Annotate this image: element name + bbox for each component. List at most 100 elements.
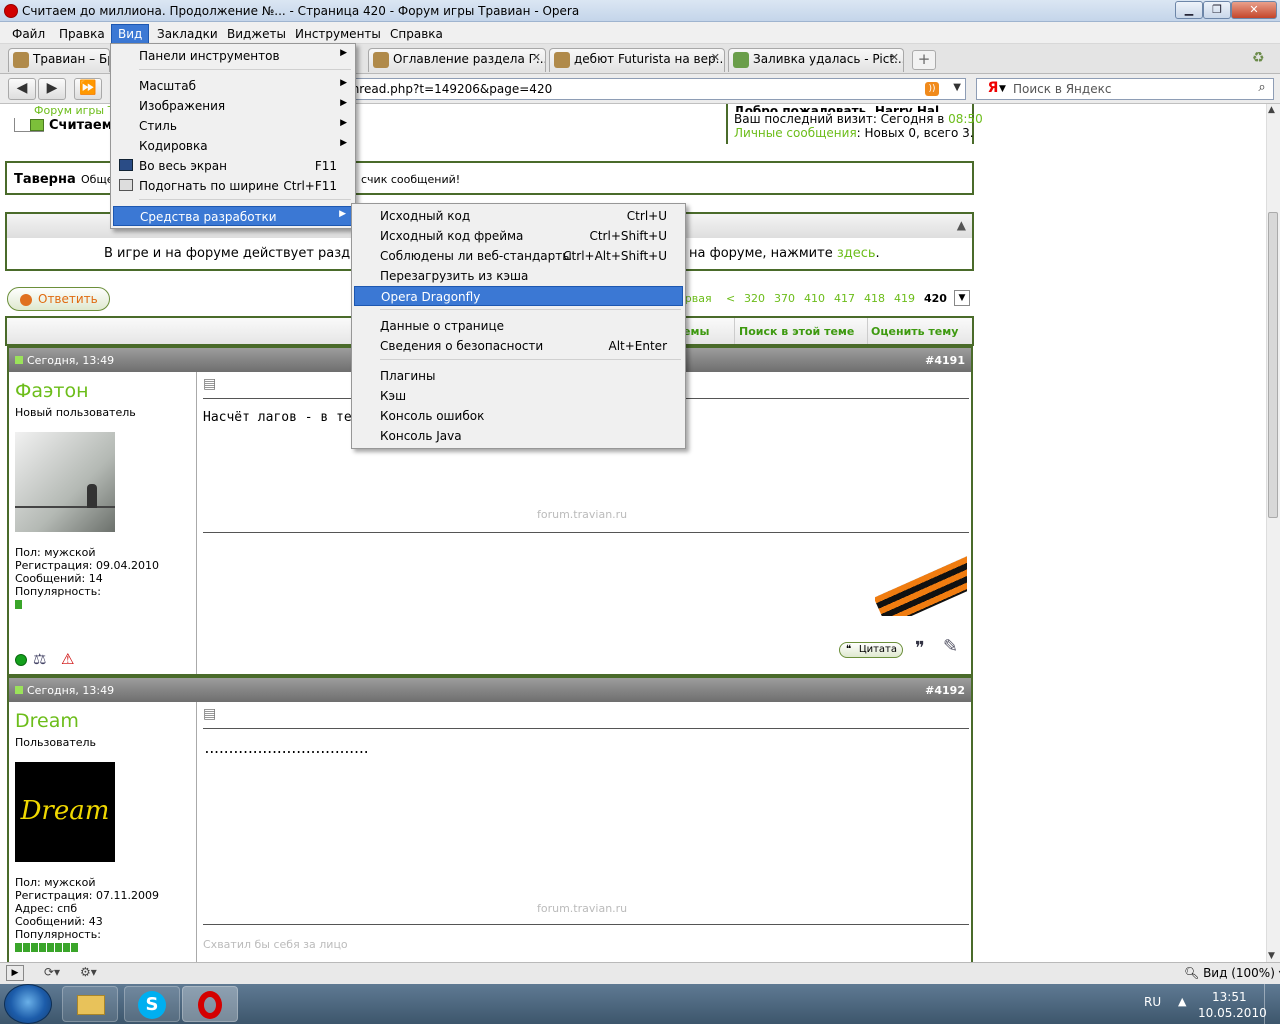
- forward-button[interactable]: ▶: [38, 78, 66, 100]
- post-icon: ▤: [203, 376, 217, 392]
- rss-icon[interactable]: )): [925, 82, 939, 96]
- language-indicator[interactable]: RU: [1144, 995, 1161, 1009]
- tab-picture[interactable]: Заливка удалась - Pict... ✕: [728, 48, 904, 72]
- divider: [203, 924, 969, 925]
- menu-item-frame-source[interactable]: Исходный код фрейма Ctrl+Shift+U: [354, 226, 683, 246]
- clock-date[interactable]: 10.05.2010: [1198, 1006, 1267, 1020]
- scroll-down-icon[interactable]: ▼: [1268, 951, 1275, 961]
- back-button[interactable]: ◀: [8, 78, 36, 100]
- maximize-button[interactable]: ❐: [1203, 1, 1231, 19]
- menu-item-fit-width[interactable]: Подогнать по ширине Ctrl+F11: [113, 176, 353, 196]
- page-prev[interactable]: <: [726, 292, 735, 305]
- skype-icon: S: [138, 991, 166, 1019]
- menu-file[interactable]: Файл: [6, 25, 51, 43]
- menu-widgets[interactable]: Виджеты: [221, 25, 292, 43]
- menu-item-label: Подогнать по ширине: [139, 179, 279, 193]
- menu-item-plugins[interactable]: Плагины: [354, 366, 683, 386]
- turbo-icon[interactable]: ⚙▾: [80, 965, 97, 979]
- rate-thread-menu[interactable]: Оценить тему: [871, 325, 958, 338]
- zoom-control[interactable]: 🔍︎ Вид (100%) ▾: [1184, 966, 1280, 980]
- menu-item-source[interactable]: Исходный код Ctrl+U: [354, 206, 683, 226]
- collapse-icon[interactable]: ▲: [957, 218, 966, 232]
- profile-icon[interactable]: ⚖: [33, 650, 46, 668]
- thread-tools-menu[interactable]: емы: [683, 325, 709, 338]
- notice-text-end: на форуме, нажмите здесь.: [689, 246, 880, 261]
- sync-icon[interactable]: ⟳▾: [44, 965, 60, 979]
- page-link[interactable]: 370: [774, 292, 795, 305]
- reply-button[interactable]: Ответить: [7, 287, 110, 311]
- menu-view[interactable]: Вид: [111, 24, 150, 44]
- menu-item-fullscreen[interactable]: Во весь экран F11: [113, 156, 353, 176]
- menu-tools[interactable]: Инструменты: [289, 25, 387, 43]
- breadcrumb-link[interactable]: Форум игры Т: [34, 104, 114, 117]
- show-desktop-button[interactable]: [1264, 984, 1280, 1024]
- skype-taskbar-button[interactable]: S: [124, 986, 180, 1022]
- submenu-arrow-icon: ▶: [340, 78, 347, 88]
- scroll-up-icon[interactable]: ▲: [1268, 105, 1275, 115]
- panel-toggle-icon[interactable]: ▶: [6, 965, 24, 981]
- author-name[interactable]: Dream: [15, 710, 79, 732]
- edit-icon[interactable]: ✎: [943, 636, 958, 657]
- tray-arrow-icon[interactable]: ▲: [1178, 995, 1186, 1008]
- multiquote-icon[interactable]: ❞: [915, 638, 925, 659]
- menu-item-page-info[interactable]: Данные о странице: [354, 316, 683, 336]
- menu-item-shortcut: Ctrl+F11: [283, 179, 337, 193]
- new-tab-button[interactable]: +: [912, 50, 936, 70]
- tab-close-icon[interactable]: ✕: [532, 51, 541, 64]
- scrollbar-thumb[interactable]: [1268, 212, 1278, 518]
- submenu-arrow-icon: ▶: [340, 48, 347, 58]
- report-icon[interactable]: ⚠: [61, 650, 74, 668]
- search-thread-menu[interactable]: Поиск в этой теме: [739, 325, 854, 338]
- tab-close-icon[interactable]: ✕: [711, 51, 720, 64]
- quote-button[interactable]: ❝ Цитата: [839, 642, 903, 658]
- menu-item-zoom[interactable]: Масштаб ▶: [113, 76, 353, 96]
- chevron-down-icon[interactable]: ▼: [999, 84, 1006, 94]
- developer-tools-menu: Исходный код Ctrl+U Исходный код фрейма Ct…: [351, 203, 686, 449]
- section-title[interactable]: Таверна: [14, 172, 76, 187]
- menu-item-java-console[interactable]: Консоль Java: [354, 426, 683, 446]
- menu-item-toolbars[interactable]: Панели инструментов ▶: [113, 46, 353, 66]
- chevron-down-icon[interactable]: ▼: [954, 290, 970, 306]
- menu-item-developer-tools[interactable]: Средства разработки ▶: [113, 206, 353, 226]
- explorer-taskbar-button[interactable]: [62, 986, 118, 1022]
- post-number[interactable]: #4191: [925, 354, 965, 367]
- page-link[interactable]: 320: [744, 292, 765, 305]
- menu-item-images[interactable]: Изображения ▶: [113, 96, 353, 116]
- menu-item-cache[interactable]: Кэш: [354, 386, 683, 406]
- post-number[interactable]: #4192: [925, 684, 965, 697]
- menu-bookmarks[interactable]: Закладки: [151, 25, 224, 43]
- menu-item-reload-cache[interactable]: Перезагрузить из кэша: [354, 266, 683, 286]
- page-link[interactable]: 419: [894, 292, 915, 305]
- page-link[interactable]: 410: [804, 292, 825, 305]
- menu-item-dragonfly[interactable]: Opera Dragonfly: [354, 286, 683, 306]
- menu-item-style[interactable]: Стиль ▶: [113, 116, 353, 136]
- menu-item-error-console[interactable]: Консоль ошибок: [354, 406, 683, 426]
- fast-forward-button[interactable]: ⏩: [74, 78, 102, 100]
- trash-icon[interactable]: ♻: [1252, 50, 1272, 70]
- pm-link[interactable]: Личные сообщения: [734, 126, 857, 140]
- menu-item-security-info[interactable]: Сведения о безопасности Alt+Enter: [354, 336, 683, 356]
- page-link[interactable]: 418: [864, 292, 885, 305]
- search-icon[interactable]: ⌕: [1252, 80, 1272, 98]
- minimize-button[interactable]: ▁: [1175, 1, 1203, 19]
- menu-item-validate[interactable]: Соблюдены ли веб-стандарты Ctrl+Alt+Shift…: [354, 246, 683, 266]
- tab-contents[interactable]: Оглавление раздела Г... ✕: [368, 48, 546, 72]
- chevron-down-icon[interactable]: ▼: [953, 82, 961, 93]
- page-link[interactable]: 417: [834, 292, 855, 305]
- post-status-icon: [15, 356, 23, 364]
- tab-futurista[interactable]: дебют Futurista на вер... ✕: [549, 48, 725, 72]
- tab-travian[interactable]: Травиан – Бра: [8, 48, 110, 72]
- author-stat: Сообщений: 43: [15, 915, 103, 928]
- pm-line: Личные сообщения: Новых 0, всего 3.: [734, 126, 974, 140]
- start-button[interactable]: [4, 984, 52, 1024]
- menu-edit[interactable]: Правка: [53, 25, 111, 43]
- author-name[interactable]: Фаэтон: [15, 380, 89, 402]
- notice-link[interactable]: здесь: [837, 246, 876, 261]
- clock-time[interactable]: 13:51: [1212, 990, 1247, 1004]
- menu-help[interactable]: Справка: [384, 25, 449, 43]
- close-button[interactable]: ✕: [1231, 1, 1277, 19]
- tab-close-icon[interactable]: ✕: [890, 51, 899, 64]
- menu-item-encoding[interactable]: Кодировка ▶: [113, 136, 353, 156]
- opera-taskbar-button[interactable]: [182, 986, 238, 1022]
- search-field[interactable]: Я ▼ Поиск в Яндекс ⌕: [976, 78, 1274, 100]
